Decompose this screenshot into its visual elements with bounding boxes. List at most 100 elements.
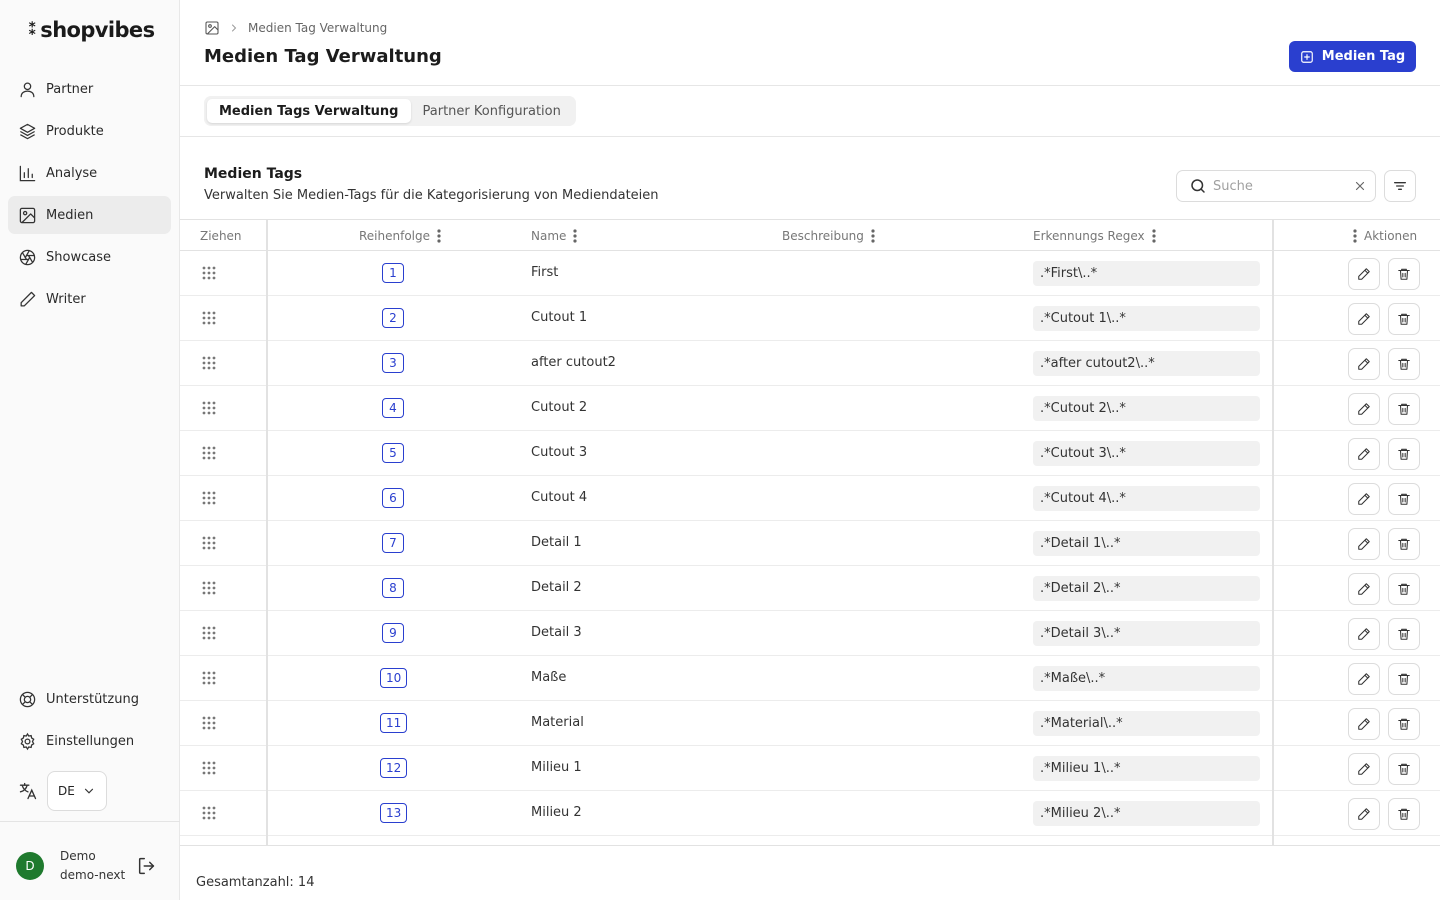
column-header-name[interactable]: Name xyxy=(531,220,580,251)
tag-name: Detail 1 xyxy=(531,535,582,550)
delete-button[interactable] xyxy=(1388,258,1420,290)
tag-name: Detail 3 xyxy=(531,625,582,640)
table-row[interactable]: 7 Detail 1 .*Detail 1\..* xyxy=(180,521,1440,566)
table-row[interactable]: 13 Milieu 2 .*Milieu 2\..* xyxy=(180,791,1440,836)
edit-button[interactable] xyxy=(1348,708,1380,740)
table-row[interactable]: 1 First .*First\..* xyxy=(180,251,1440,296)
edit-button[interactable] xyxy=(1348,528,1380,560)
logo-mark-icon: ⁑ xyxy=(28,20,37,40)
drag-handle-icon[interactable] xyxy=(201,490,217,506)
tag-regex: .*Maße\..* xyxy=(1033,666,1260,691)
column-menu-icon[interactable] xyxy=(1350,228,1360,244)
table-row[interactable]: 10 Maße .*Maße\..* xyxy=(180,656,1440,701)
trash-icon xyxy=(1398,583,1410,595)
delete-button[interactable] xyxy=(1388,573,1420,605)
tag-regex: .*Milieu 2\..* xyxy=(1033,801,1260,826)
sidebar-item-support[interactable]: Unterstützung xyxy=(8,680,171,718)
table-row[interactable]: 11 Material .*Material\..* xyxy=(180,701,1440,746)
column-menu-icon[interactable] xyxy=(868,228,878,244)
column-header-description[interactable]: Beschreibung xyxy=(782,220,878,251)
edit-button[interactable] xyxy=(1348,393,1380,425)
edit-button[interactable] xyxy=(1348,618,1380,650)
sidebar-item-partner[interactable]: Partner xyxy=(8,70,171,108)
drag-handle-icon[interactable] xyxy=(201,355,217,371)
drag-handle-icon[interactable] xyxy=(201,445,217,461)
close-icon[interactable] xyxy=(1353,179,1367,193)
order-badge: 12 xyxy=(380,758,408,778)
drag-handle-icon[interactable] xyxy=(201,670,217,686)
sidebar-item-label: Einstellungen xyxy=(46,733,135,749)
user-name: Demo xyxy=(60,849,96,863)
tag-regex: .*First\..* xyxy=(1033,261,1260,286)
sidebar-item-analyse[interactable]: Analyse xyxy=(8,154,171,192)
drag-handle-icon[interactable] xyxy=(201,265,217,281)
column-header-regex[interactable]: Erkennungs Regex xyxy=(1033,220,1159,251)
table-row[interactable]: 3 after cutout2 .*after cutout2\..* xyxy=(180,341,1440,386)
table-row[interactable]: 8 Detail 2 .*Detail 2\..* xyxy=(180,566,1440,611)
delete-button[interactable] xyxy=(1388,708,1420,740)
pencil-icon xyxy=(1358,268,1370,280)
table-row[interactable]: 5 Cutout 3 .*Cutout 3\..* xyxy=(180,431,1440,476)
delete-button[interactable] xyxy=(1388,483,1420,515)
sidebar-bottom-nav: Unterstützung Einstellungen xyxy=(8,680,171,764)
drag-handle-icon[interactable] xyxy=(201,310,217,326)
column-menu-icon[interactable] xyxy=(434,228,444,244)
tab-bar: Medien Tags Verwaltung Partner Konfigura… xyxy=(204,96,576,126)
edit-button[interactable] xyxy=(1348,573,1380,605)
table-row[interactable]: 2 Cutout 1 .*Cutout 1\..* xyxy=(180,296,1440,341)
main-content: Medien Tag Verwaltung Medien Tag Verwalt… xyxy=(180,0,1440,900)
filter-button[interactable] xyxy=(1384,170,1416,202)
logout-icon[interactable] xyxy=(136,855,158,877)
column-menu-icon[interactable] xyxy=(1149,228,1159,244)
delete-button[interactable] xyxy=(1388,393,1420,425)
sidebar-item-showcase[interactable]: Showcase xyxy=(8,238,171,276)
delete-button[interactable] xyxy=(1388,303,1420,335)
edit-button[interactable] xyxy=(1348,258,1380,290)
image-icon[interactable] xyxy=(204,20,220,36)
add-media-tag-button[interactable]: Medien Tag xyxy=(1289,41,1416,72)
language-select[interactable]: DE xyxy=(47,771,107,811)
table-row[interactable]: 9 Detail 3 .*Detail 3\..* xyxy=(180,611,1440,656)
search-input[interactable] xyxy=(1213,178,1353,194)
delete-button[interactable] xyxy=(1388,438,1420,470)
table-row[interactable]: 12 Milieu 1 .*Milieu 1\..* xyxy=(180,746,1440,791)
drag-handle-icon[interactable] xyxy=(201,535,217,551)
drag-handle-icon[interactable] xyxy=(201,760,217,776)
edit-button[interactable] xyxy=(1348,483,1380,515)
tab-partner-config[interactable]: Partner Konfiguration xyxy=(411,99,573,123)
edit-button[interactable] xyxy=(1348,753,1380,785)
drag-handle-icon[interactable] xyxy=(201,715,217,731)
avatar[interactable]: D xyxy=(16,852,44,880)
sidebar-item-settings[interactable]: Einstellungen xyxy=(8,722,171,760)
edit-button[interactable] xyxy=(1348,303,1380,335)
sidebar-item-writer[interactable]: Writer xyxy=(8,280,171,318)
delete-button[interactable] xyxy=(1388,798,1420,830)
tag-name: Detail 2 xyxy=(531,580,582,595)
delete-button[interactable] xyxy=(1388,663,1420,695)
table-row[interactable]: 6 Cutout 4 .*Cutout 4\..* xyxy=(180,476,1440,521)
tab-media-tags[interactable]: Medien Tags Verwaltung xyxy=(207,99,411,123)
edit-button[interactable] xyxy=(1348,798,1380,830)
tag-regex: .*Detail 1\..* xyxy=(1033,531,1260,556)
edit-button[interactable] xyxy=(1348,438,1380,470)
column-header-actions[interactable]: Aktionen xyxy=(1350,220,1417,251)
sidebar-item-produkte[interactable]: Produkte xyxy=(8,112,171,150)
edit-button[interactable] xyxy=(1348,663,1380,695)
table-row[interactable]: 4 Cutout 2 .*Cutout 2\..* xyxy=(180,386,1440,431)
brand-logo[interactable]: ⁑ shopvibes xyxy=(28,18,155,42)
drag-handle-icon[interactable] xyxy=(201,625,217,641)
delete-button[interactable] xyxy=(1388,348,1420,380)
sidebar-item-medien[interactable]: Medien xyxy=(8,196,171,234)
drag-handle-icon[interactable] xyxy=(201,805,217,821)
delete-button[interactable] xyxy=(1388,753,1420,785)
pencil-icon xyxy=(1358,448,1370,460)
edit-button[interactable] xyxy=(1348,348,1380,380)
drag-handle-icon[interactable] xyxy=(201,580,217,596)
drag-handle-icon[interactable] xyxy=(201,400,217,416)
column-menu-icon[interactable] xyxy=(570,228,580,244)
column-header-order[interactable]: Reihenfolge xyxy=(359,220,444,251)
delete-button[interactable] xyxy=(1388,528,1420,560)
delete-button[interactable] xyxy=(1388,618,1420,650)
tag-regex: .*Cutout 2\..* xyxy=(1033,396,1260,421)
tag-regex: .*Detail 2\..* xyxy=(1033,576,1260,601)
